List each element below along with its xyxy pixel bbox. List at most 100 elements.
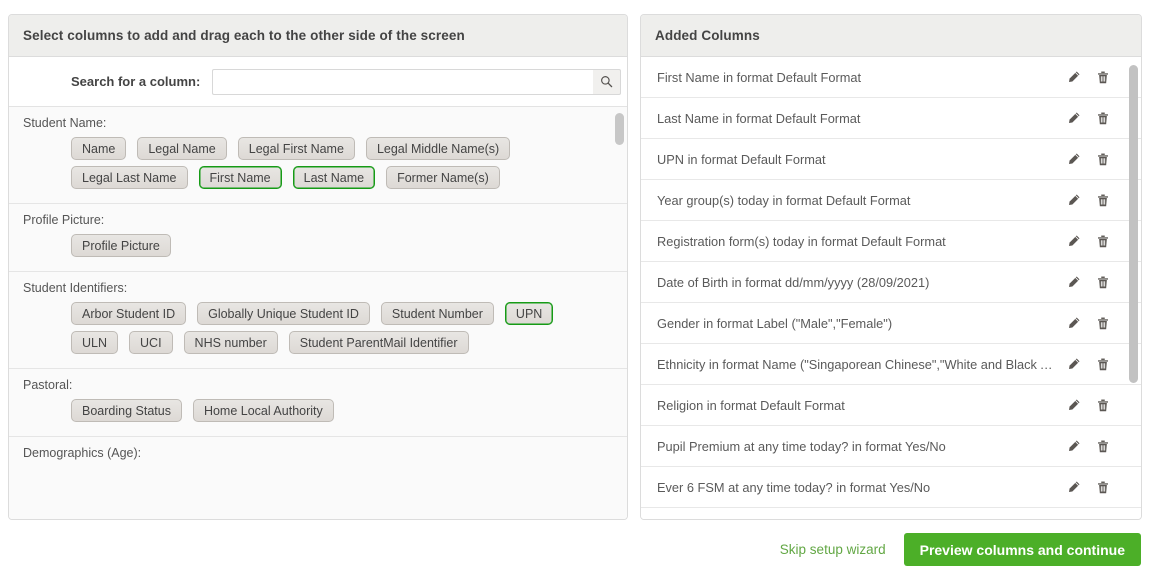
trash-icon[interactable] [1095,233,1111,249]
pencil-icon[interactable] [1065,192,1081,208]
column-group-title: Demographics (Age): [9,446,627,460]
trash-icon[interactable] [1095,192,1111,208]
skip-setup-wizard-link[interactable]: Skip setup wizard [780,542,886,557]
column-pill-rows: Arbor Student ID Globally Unique Student … [9,302,627,354]
column-group: Profile Picture: Profile Picture [9,204,627,272]
pencil-icon[interactable] [1065,69,1081,85]
added-rows-container: First Name in format Default FormatLast … [641,57,1141,520]
pencil-icon[interactable] [1065,274,1081,290]
column-pill-rows: Profile Picture [9,234,627,257]
select-columns-panel-title: Select columns to add and drag each to t… [9,15,627,57]
preview-columns-and-continue-button[interactable]: Preview columns and continue [904,533,1141,566]
trash-icon[interactable] [1095,397,1111,413]
added-column-row[interactable]: UPN in format Default Format [641,139,1141,180]
column-group-title: Student Name: [9,116,627,130]
trash-icon[interactable] [1095,151,1111,167]
row-actions [1065,315,1111,331]
added-column-row[interactable]: Last Name in format Default Format [641,98,1141,139]
column-pill[interactable]: Home Local Authority [193,399,334,422]
column-pill[interactable]: Student Number [381,302,494,325]
added-column-label: Religion in format Default Format [657,398,1055,413]
panel-title-text: Select columns to add and drag each to t… [23,28,465,43]
column-pill-row: Legal Last Name First Name Last Name Former… [71,166,607,189]
columns-scroll-area[interactable]: Student Name: Name Legal Name Legal First N… [9,107,627,519]
pencil-icon[interactable] [1065,356,1081,372]
added-columns-panel-title: Added Columns [641,15,1141,57]
column-group-title: Profile Picture: [9,213,627,227]
trash-icon[interactable] [1095,274,1111,290]
row-actions [1065,274,1111,290]
row-actions [1065,356,1111,372]
trash-icon[interactable] [1095,479,1111,495]
column-pill[interactable]: Former Name(s) [386,166,500,189]
column-pill[interactable]: Legal First Name [238,137,355,160]
column-pill[interactable]: Name [71,137,126,160]
column-pill[interactable]: UCI [129,331,173,354]
left-scrollbar-thumb[interactable] [615,113,624,145]
trash-icon[interactable] [1095,69,1111,85]
added-column-row[interactable]: Registration form(s) today in format Def… [641,221,1141,262]
column-pill[interactable]: NHS number [184,331,278,354]
column-pill[interactable]: Profile Picture [71,234,171,257]
trash-icon[interactable] [1095,356,1111,372]
column-pill[interactable]: ULN [71,331,118,354]
added-columns-list[interactable]: First Name in format Default FormatLast … [641,57,1141,520]
column-pill[interactable]: Legal Last Name [71,166,188,189]
column-group-title: Student Identifiers: [9,281,627,295]
right-scrollbar-thumb[interactable] [1129,65,1138,383]
trash-icon[interactable] [1095,315,1111,331]
column-pill[interactable]: Boarding Status [71,399,182,422]
column-group: Student Identifiers: Arbor Student ID Glob… [9,272,627,369]
added-column-row[interactable]: First Name in format Default Format [641,57,1141,98]
search-input[interactable] [212,69,593,95]
footer-actions: Skip setup wizard Preview columns and co… [780,533,1141,566]
column-pill[interactable]: Last Name [293,166,375,189]
added-column-row[interactable]: Ever 6 FSM at any time today? in format … [641,467,1141,508]
row-actions [1065,479,1111,495]
pencil-icon[interactable] [1065,151,1081,167]
left-scrollbar-track[interactable] [615,107,624,519]
column-pill-rows: Boarding Status Home Local Authority [9,399,627,422]
added-column-label: Registration form(s) today in format Def… [657,234,1055,249]
search-label: Search for a column: [71,74,200,89]
pencil-icon[interactable] [1065,479,1081,495]
pencil-icon[interactable] [1065,397,1081,413]
added-column-row-partial[interactable] [641,508,1141,520]
pencil-icon[interactable] [1065,315,1081,331]
column-pill[interactable]: Student ParentMail Identifier [289,331,469,354]
trash-icon[interactable] [1095,110,1111,126]
column-group: Pastoral: Boarding Status Home Local Autho… [9,369,627,437]
column-pill[interactable]: Legal Middle Name(s) [366,137,510,160]
column-pill[interactable]: Arbor Student ID [71,302,186,325]
added-column-row[interactable]: Gender in format Label ("Male","Female") [641,303,1141,344]
page-root: Select columns to add and drag each to t… [0,0,1149,577]
added-column-row[interactable]: Religion in format Default Format [641,385,1141,426]
added-column-label: Ethnicity in format Name ("Singaporean C… [657,357,1055,372]
added-columns-panel: Added Columns First Name in format Defau… [640,14,1142,520]
row-actions [1065,397,1111,413]
trash-icon[interactable] [1095,438,1111,454]
pencil-icon[interactable] [1065,233,1081,249]
added-column-row[interactable]: Pupil Premium at any time today? in form… [641,426,1141,467]
column-pill[interactable]: First Name [199,166,282,189]
pencil-icon[interactable] [1065,110,1081,126]
row-actions [1065,438,1111,454]
panel-title-text: Added Columns [655,28,760,43]
added-column-label: Gender in format Label ("Male","Female") [657,316,1055,331]
column-pill[interactable]: UPN [505,302,553,325]
column-pill[interactable]: Legal Name [137,137,226,160]
added-column-row[interactable]: Date of Birth in format dd/mm/yyyy (28/0… [641,262,1141,303]
right-scrollbar-track[interactable] [1129,57,1138,520]
pencil-icon[interactable] [1065,438,1081,454]
column-pill-row: Boarding Status Home Local Authority [71,399,607,422]
added-column-row[interactable]: Year group(s) today in format Default Fo… [641,180,1141,221]
column-pill[interactable]: Globally Unique Student ID [197,302,370,325]
search-button[interactable] [593,69,621,95]
added-column-label: UPN in format Default Format [657,152,1055,167]
column-group-title: Pastoral: [9,378,627,392]
row-actions [1065,233,1111,249]
column-pill-row: Profile Picture [71,234,607,257]
added-column-row[interactable]: Ethnicity in format Name ("Singaporean C… [641,344,1141,385]
added-column-label: Year group(s) today in format Default Fo… [657,193,1055,208]
row-actions [1065,69,1111,85]
